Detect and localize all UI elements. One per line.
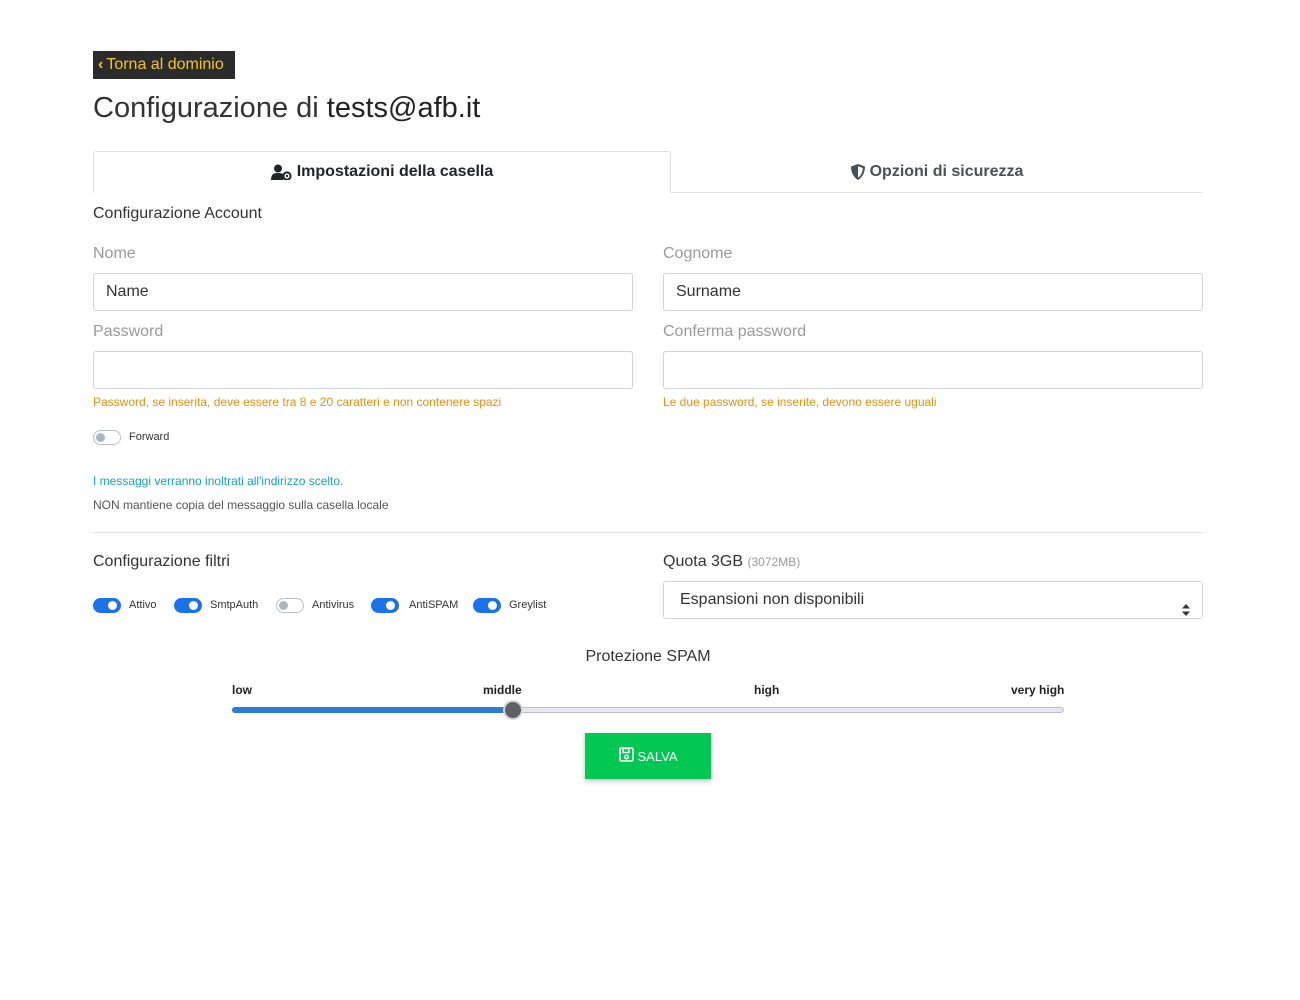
spam-level-very-high: very high [1011, 683, 1065, 697]
confirm-password-label: Conferma password [663, 323, 807, 340]
shield-icon [850, 164, 865, 180]
forward-note: NON mantiene copia del messaggio sulla c… [93, 498, 389, 512]
filter-toggle-greylist[interactable] [473, 598, 501, 613]
save-button-label: SALVA [637, 748, 678, 764]
quota-label: Quota 3GB (3072MB) [663, 553, 800, 571]
password-input[interactable] [93, 351, 633, 389]
tab-security-options-label: Opzioni di sicurezza [869, 163, 1024, 180]
back-to-domain-label: Torna al dominio [106, 56, 224, 73]
page-title-email: tests@afb.it [326, 92, 481, 124]
chevron-left-icon: ‹ [98, 56, 104, 73]
save-icon [618, 747, 634, 765]
quota-expansion-select[interactable]: Espansioni non disponibili [663, 581, 1203, 619]
filter-toggle-antispam[interactable] [371, 598, 399, 613]
cognome-input[interactable]: Surname [663, 273, 1203, 311]
spam-slider-fill [232, 707, 513, 713]
cognome-label: Cognome [663, 245, 733, 262]
tab-mailbox-settings-label: Impostazioni della casella [296, 163, 494, 180]
spam-level-low: low [232, 683, 252, 697]
back-to-domain-button[interactable]: ‹ Torna al dominio [93, 51, 235, 79]
spam-slider-thumb[interactable] [503, 700, 523, 720]
save-button[interactable]: SALVA [585, 733, 711, 779]
filter-toggle-antivirus[interactable] [276, 598, 304, 613]
nome-input[interactable]: Name [93, 273, 633, 311]
filters-section-title: Configurazione filtri [93, 553, 230, 570]
forward-toggle[interactable] [93, 430, 121, 445]
filter-label-greylist: Greylist [509, 599, 547, 611]
account-section-title: Configurazione Account [93, 205, 262, 222]
password-warning: Password, se inserita, deve essere tra 8… [93, 395, 502, 409]
page-title: Configurazione di tests@afb.it [93, 92, 480, 125]
nome-label: Nome [93, 245, 136, 262]
user-gear-icon [270, 164, 292, 180]
quota-label-text: Quota 3GB [663, 553, 744, 570]
confirm-password-warning: Le due password, se inserite, devono ess… [663, 395, 937, 409]
filter-label-antivirus: Antivirus [312, 599, 355, 611]
spam-level-middle: middle [483, 683, 522, 697]
filter-label-smtpauth: SmtpAuth [210, 599, 259, 611]
page-title-prefix: Configurazione di [93, 92, 319, 124]
filter-label-antispam: AntiSPAM [409, 599, 459, 611]
tab-bar: Impostazioni della casella Opzioni di si… [93, 151, 1203, 193]
filter-toggle-attivo[interactable] [93, 598, 121, 613]
section-divider [93, 532, 1203, 533]
forward-label: Forward [129, 431, 170, 443]
quota-expansion-selected: Espansioni non disponibili [680, 591, 865, 608]
tab-mailbox-settings[interactable]: Impostazioni della casella [93, 151, 671, 193]
forward-info: I messaggi verranno inoltrati all'indiri… [93, 474, 344, 488]
spam-protection-title: Protezione SPAM [585, 648, 711, 665]
password-label: Password [93, 323, 164, 340]
filter-toggle-smtpauth[interactable] [174, 598, 202, 613]
confirm-password-input[interactable] [663, 351, 1203, 389]
filter-label-attivo: Attivo [129, 599, 157, 611]
tab-security-options[interactable]: Opzioni di sicurezza [671, 151, 1203, 193]
select-arrows-icon [1182, 594, 1190, 616]
spam-level-high: high [754, 683, 780, 697]
quota-label-detail: (3072MB) [747, 555, 801, 569]
